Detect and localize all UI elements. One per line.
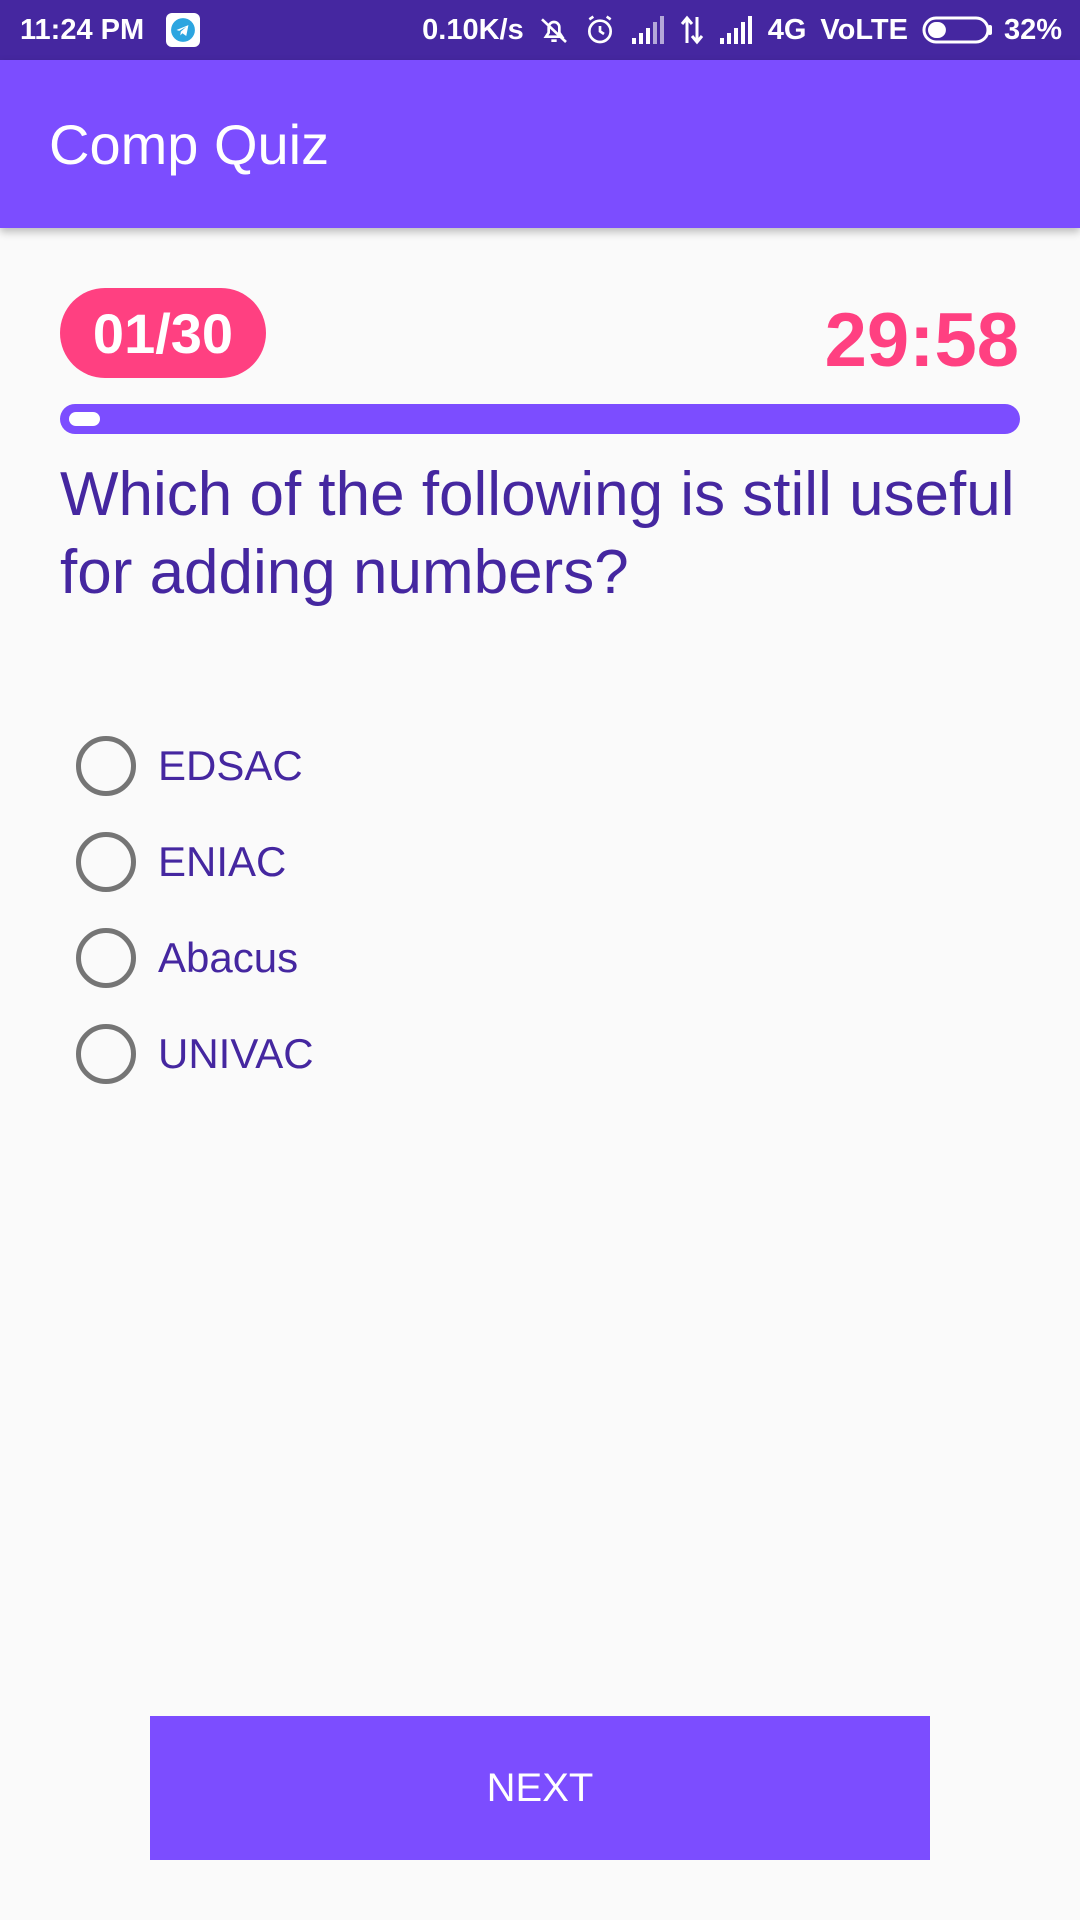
option-eniac[interactable]: ENIAC [76, 814, 314, 910]
status-bar-right: 0.10K/s 4G VoLTE 32% [422, 14, 1062, 47]
signal-icon [630, 16, 666, 44]
countdown-timer: 29:58 [824, 298, 1019, 383]
network-type: 4G [767, 13, 807, 46]
battery-icon [922, 16, 992, 44]
radio-button[interactable] [76, 1024, 136, 1084]
radio-button[interactable] [76, 736, 136, 796]
mute-icon [538, 14, 570, 46]
network-speed: 0.10K/s [422, 13, 524, 46]
question-counter: 01/30 [92, 301, 234, 365]
option-edsac[interactable]: EDSAC [76, 718, 314, 814]
telegram-icon [166, 13, 201, 47]
next-button[interactable]: NEXT [150, 1716, 930, 1860]
status-bar-left: 11:24 PM [20, 13, 201, 47]
alarm-icon [584, 14, 616, 46]
answer-options: EDSAC ENIAC Abacus UNIVAC [76, 718, 314, 1102]
status-time: 11:24 PM [20, 13, 145, 46]
signal-icon [718, 16, 754, 44]
question-counter-badge: 01/30 [60, 288, 266, 378]
option-abacus[interactable]: Abacus [76, 910, 314, 1006]
quiz-progress-fill [69, 412, 101, 426]
app-bar: Comp Quiz [0, 60, 1080, 228]
battery-indicator: 32% [922, 14, 1062, 47]
radio-button[interactable] [76, 832, 136, 892]
radio-button[interactable] [76, 928, 136, 988]
question-text: Which of the following is still useful f… [60, 460, 1015, 607]
option-label: ENIAC [158, 838, 287, 885]
option-label: Abacus [158, 934, 299, 981]
status-bar: 11:24 PM 0.10K/s 4G VoLTE 32% [0, 0, 1080, 60]
app-title: Comp Quiz [49, 112, 330, 176]
option-univac[interactable]: UNIVAC [76, 1006, 314, 1102]
battery-percent: 32% [1003, 13, 1062, 46]
option-label: EDSAC [158, 742, 303, 789]
option-label: UNIVAC [158, 1030, 314, 1077]
quiz-progress-bar [60, 404, 1020, 434]
volte-label: VoLTE [820, 13, 908, 46]
data-transfer-icon [680, 15, 704, 45]
